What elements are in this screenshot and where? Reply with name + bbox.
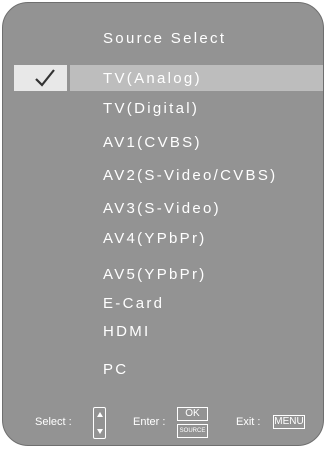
menu-item-label: AV3(S-Video) [103, 200, 221, 217]
source-key: SOURCE [177, 424, 208, 438]
menu-item-label: TV(Analog) [103, 70, 202, 87]
menu-item-label: E-Card [103, 295, 165, 312]
menu-key: MENU [273, 415, 305, 429]
menu-item-label: HDMI [103, 323, 151, 340]
menu-item-av5[interactable]: AV5(YPbPr) [3, 261, 323, 289]
menu-item-pc[interactable]: PC [3, 356, 323, 384]
arrow-down-icon [97, 429, 103, 434]
panel-title: Source Select [103, 30, 227, 47]
menu-item-label: AV2(S-Video/CVBS) [103, 167, 278, 184]
menu-item-hdmi[interactable]: HDMI [3, 318, 323, 346]
check-indicator [14, 65, 67, 91]
up-down-arrows-icon [93, 407, 106, 439]
menu-item-label: AV1(CVBS) [103, 134, 202, 151]
menu-item-av4[interactable]: AV4(YPbPr) [3, 225, 323, 253]
menu-item-av1[interactable]: AV1(CVBS) [3, 129, 323, 157]
ok-key: OK [177, 407, 208, 421]
select-hint-label: Select : [35, 416, 72, 428]
menu-item-label: AV5(YPbPr) [103, 266, 207, 283]
menu-item-label: PC [103, 361, 129, 378]
menu-item-tv-digital[interactable]: TV(Digital) [3, 95, 323, 123]
arrow-up-icon [97, 412, 103, 417]
menu-item-e-card[interactable]: E-Card [3, 290, 323, 318]
menu-item-label: TV(Digital) [103, 100, 200, 117]
menu-item-label: AV4(YPbPr) [103, 230, 207, 247]
exit-hint-label: Exit : [236, 416, 261, 428]
menu-item-av2[interactable]: AV2(S-Video/CVBS) [3, 162, 323, 190]
menu-item-av3[interactable]: AV3(S-Video) [3, 195, 323, 223]
menu-item-tv-analog[interactable]: TV(Analog) [3, 65, 323, 93]
check-icon [35, 69, 55, 87]
key-hint-bar: Select : Enter : OK SOURCE Exit : MENU [3, 406, 323, 439]
source-select-panel: Source Select TV(Analog) TV(Digital) AV1… [2, 2, 324, 446]
enter-hint-label: Enter : [133, 416, 166, 428]
